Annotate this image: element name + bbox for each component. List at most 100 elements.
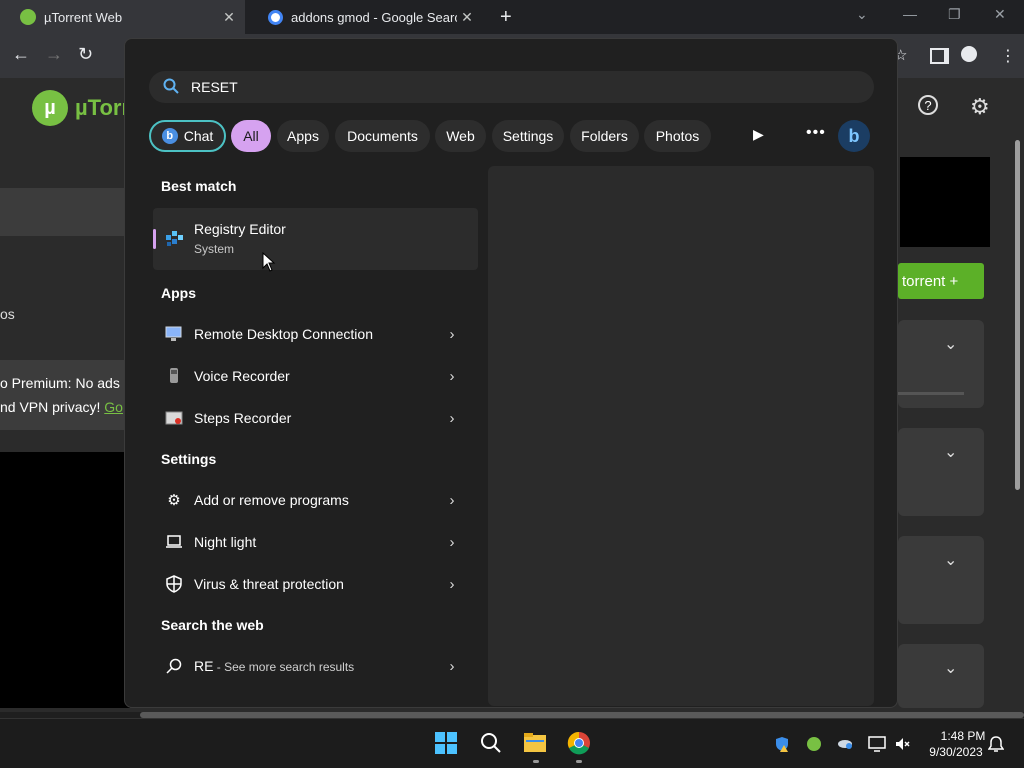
tab-search-chevron-icon[interactable]: ⌄ [856, 6, 868, 23]
sidebar-icon[interactable] [930, 48, 949, 64]
laptop-icon [164, 532, 184, 552]
settings-result-night-light[interactable]: Night light › [153, 522, 478, 562]
filter-all[interactable]: All [231, 120, 271, 152]
filter-photos[interactable]: Photos [644, 120, 711, 152]
add-torrent-button[interactable]: torrent + [898, 263, 984, 299]
filter-web[interactable]: Web [435, 120, 486, 152]
best-match-title: Registry Editor [194, 221, 286, 237]
app-result-voice-recorder[interactable]: Voice Recorder › [153, 356, 478, 396]
defender-warning-icon[interactable] [774, 736, 790, 755]
chrome-icon[interactable] [567, 731, 591, 755]
best-match-result[interactable] [153, 208, 478, 270]
video-panel [0, 452, 130, 708]
bing-chat-icon: b [161, 128, 178, 144]
sidebar-selected-item[interactable] [0, 188, 130, 236]
forward-button[interactable]: → [45, 44, 63, 65]
tab-google-search[interactable]: addons gmod - Google Search ✕ [248, 0, 483, 34]
more-filters-play-icon[interactable]: ▶ [753, 126, 764, 143]
tab-title: addons gmod - Google Search [291, 9, 457, 25]
back-button[interactable]: ← [12, 44, 30, 65]
shield-icon [164, 574, 184, 594]
steps-recorder-icon [164, 408, 184, 428]
chevron-right-icon[interactable]: › [442, 492, 462, 509]
gear-icon: ⚙ [167, 492, 181, 509]
file-explorer-icon[interactable] [523, 731, 547, 755]
utorrent-brand: µTorr [75, 95, 131, 120]
promo-link[interactable]: Go [104, 399, 123, 415]
result-preview-pane [488, 166, 874, 706]
display-icon[interactable] [868, 736, 886, 755]
utorrent-tray-icon[interactable] [806, 736, 822, 755]
search-web-heading: Search the web [161, 617, 264, 633]
filter-settings[interactable]: Settings [492, 120, 564, 152]
tab-title: µTorrent Web [44, 9, 123, 25]
promo-line: o Premium: No ads [0, 375, 120, 391]
chevron-right-icon[interactable]: › [442, 534, 462, 551]
web-search-result[interactable]: RE - See more search results › [153, 646, 478, 686]
promo-line: nd VPN privacy! [0, 399, 101, 415]
menu-icon[interactable]: ⋮ [1000, 46, 1016, 66]
chevron-right-icon[interactable]: › [442, 576, 462, 593]
app-result-steps-recorder[interactable]: Steps Recorder › [153, 398, 478, 438]
profile-icon[interactable] [961, 46, 977, 62]
clock-date[interactable]: 9/30/2023 [922, 745, 990, 759]
filter-folders[interactable]: Folders [570, 120, 639, 152]
chevron-right-icon[interactable]: › [442, 368, 462, 385]
filter-apps[interactable]: Apps [277, 120, 329, 152]
search-input[interactable] [191, 79, 791, 95]
reload-button[interactable]: ↻ [78, 44, 93, 65]
settings-result-add-remove-programs[interactable]: ⚙ Add or remove programs › [153, 480, 478, 520]
running-indicator [576, 760, 582, 763]
tab-utorrent-web[interactable]: µTorrent Web ✕ [0, 0, 245, 34]
chevron-down-icon[interactable]: ⌄ [944, 442, 957, 462]
clock-time[interactable]: 1:48 PM [936, 729, 990, 743]
preview-panel [900, 157, 990, 247]
bing-icon[interactable]: b [838, 120, 870, 152]
settings-label: Add or remove programs [194, 492, 349, 508]
mouse-cursor-icon [262, 251, 276, 277]
chevron-down-icon[interactable]: ⌄ [944, 334, 957, 354]
registry-editor-icon [164, 227, 186, 249]
torrent-card[interactable]: ⌄ [898, 320, 984, 408]
restore-button[interactable]: ❐ [948, 6, 961, 23]
more-options-icon[interactable]: ••• [806, 124, 826, 142]
page-scrollbar[interactable] [1012, 140, 1022, 700]
minimize-button[interactable]: — [903, 6, 917, 22]
new-tab-button[interactable]: + [500, 6, 512, 29]
settings-heading: Settings [161, 451, 217, 467]
settings-label: Night light [194, 534, 257, 550]
torrent-card[interactable]: ⌄ [898, 428, 984, 516]
chevron-down-icon[interactable]: ⌄ [944, 658, 957, 678]
filter-label: Chat [183, 128, 214, 144]
chevron-down-icon[interactable]: ⌄ [944, 550, 957, 570]
utorrent-icon [20, 9, 36, 25]
chevron-right-icon[interactable]: › [442, 410, 462, 427]
mute-icon[interactable] [894, 736, 910, 755]
start-icon[interactable] [434, 731, 458, 755]
search-box[interactable] [149, 71, 874, 103]
settings-result-virus-threat-protection[interactable]: Virus & threat protection › [153, 564, 478, 604]
close-window-button[interactable]: ✕ [994, 6, 1006, 23]
web-search-term: RE [194, 658, 214, 674]
running-indicator [533, 760, 539, 763]
filter-chat[interactable]: b Chat [149, 120, 226, 152]
app-label: Voice Recorder [194, 368, 290, 384]
app-result-remote-desktop[interactable]: Remote Desktop Connection › [153, 314, 478, 354]
filter-documents[interactable]: Documents [335, 120, 430, 152]
apps-heading: Apps [161, 285, 196, 301]
torrent-card[interactable]: ⌄ [898, 644, 984, 708]
close-tab-icon[interactable]: ✕ [457, 9, 477, 26]
onedrive-icon[interactable] [836, 736, 854, 753]
chevron-right-icon[interactable]: › [442, 326, 462, 343]
gear-icon[interactable]: ⚙ [970, 94, 990, 120]
help-icon[interactable]: ? [918, 95, 938, 115]
sidebar-item-label: os [0, 306, 15, 322]
google-icon [268, 9, 283, 25]
search-icon[interactable] [479, 731, 503, 755]
torrent-card[interactable]: ⌄ [898, 536, 984, 624]
close-tab-icon[interactable]: ✕ [219, 9, 239, 26]
web-search-suffix: - See more search results [213, 660, 355, 674]
notification-bell-icon[interactable] [987, 735, 1005, 758]
app-label: Steps Recorder [194, 410, 292, 426]
chevron-right-icon[interactable]: › [442, 658, 462, 675]
